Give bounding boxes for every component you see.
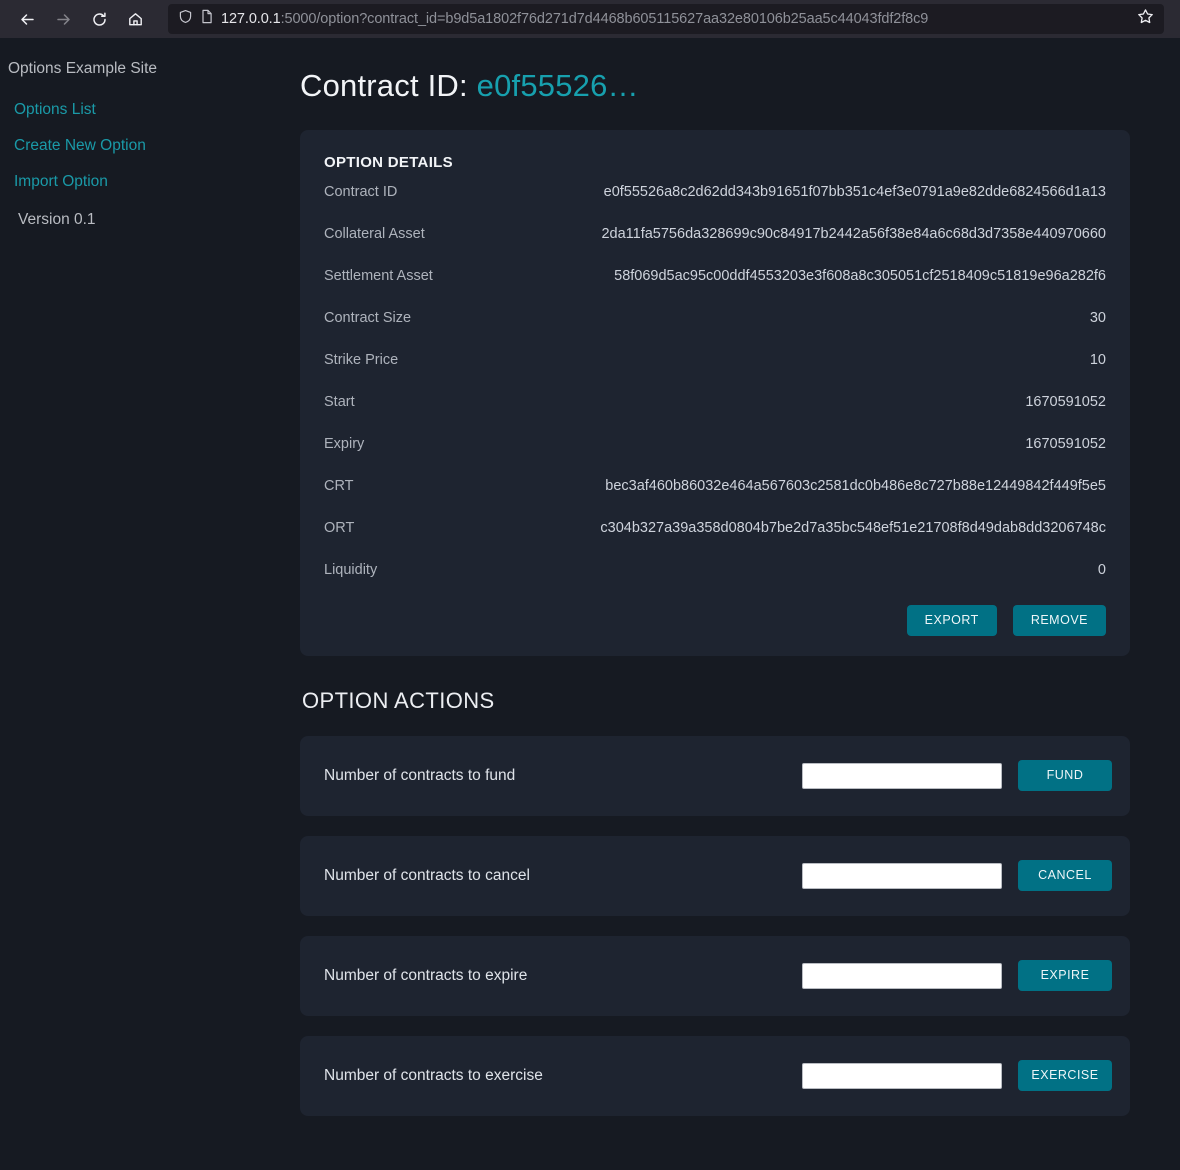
sidebar-item-import-option[interactable]: Import Option — [0, 164, 290, 200]
detail-label: Settlement Asset — [324, 268, 433, 284]
detail-label: Contract ID — [324, 184, 398, 200]
detail-row-collateral-asset: Collateral Asset 2da11fa5756da328699c90c… — [322, 213, 1108, 255]
sidebar: Options Example Site Options List Create… — [0, 38, 290, 1170]
page-title-hash: e0f55526… — [476, 68, 639, 103]
detail-value: 0 — [1097, 562, 1106, 578]
expire-amount-input[interactable] — [802, 962, 1002, 989]
detail-label: Expiry — [324, 436, 365, 452]
detail-value: e0f55526a8c2d62dd343b91651f07bb351c4ef3e… — [603, 184, 1106, 200]
detail-row-start: Start 1670591052 — [322, 381, 1108, 423]
back-arrow-icon — [19, 11, 36, 28]
back-button[interactable] — [10, 4, 44, 34]
exercise-amount-input[interactable] — [802, 1062, 1002, 1089]
card-action-bar: EXPORT REMOVE — [322, 591, 1108, 638]
detail-label: Start — [324, 394, 355, 410]
fund-button[interactable]: FUND — [1018, 760, 1112, 791]
detail-row-ort: ORT c304b327a39a358d0804b7be2d7a35bc548e… — [322, 507, 1108, 549]
action-card-expire: Number of contracts to expire EXPIRE — [300, 935, 1130, 1016]
sidebar-item-create-new-option[interactable]: Create New Option — [0, 128, 290, 164]
action-card-exercise: Number of contracts to exercise EXERCISE — [300, 1035, 1130, 1116]
cancel-amount-input[interactable] — [802, 862, 1002, 889]
url-bar[interactable]: 127.0.0.1:5000/option?contract_id=b9d5a1… — [168, 4, 1164, 34]
url-path: :5000/option?contract_id=b9d5a1802f76d27… — [280, 11, 929, 27]
reload-button[interactable] — [82, 4, 116, 34]
sidebar-item-options-list[interactable]: Options List — [0, 92, 290, 128]
detail-value: c304b327a39a358d0804b7be2d7a35bc548ef51e… — [600, 520, 1106, 536]
detail-value: bec3af460b86032e464a567603c2581dc0b486e8… — [605, 478, 1106, 494]
remove-button[interactable]: REMOVE — [1012, 605, 1106, 636]
page-title-prefix: Contract ID: — [300, 68, 468, 103]
detail-row-settlement-asset: Settlement Asset 58f069d5ac95c00ddf45532… — [322, 255, 1108, 297]
main-content: Contract ID: e0f55526… OPTION DETAILS Co… — [290, 38, 1180, 1170]
home-icon — [127, 11, 144, 28]
detail-label: Collateral Asset — [324, 226, 425, 242]
detail-row-expiry: Expiry 1670591052 — [322, 423, 1108, 465]
fund-amount-input[interactable] — [802, 762, 1002, 789]
site-brand: Options Example Site — [8, 60, 158, 77]
browser-toolbar: 127.0.0.1:5000/option?contract_id=b9d5a1… — [0, 0, 1180, 38]
page-document-icon[interactable] — [200, 9, 214, 29]
export-button[interactable]: EXPORT — [906, 605, 997, 636]
cancel-button[interactable]: CANCEL — [1018, 860, 1112, 891]
forward-arrow-icon — [55, 11, 72, 28]
home-button[interactable] — [118, 4, 152, 34]
action-card-cancel: Number of contracts to cancel CANCEL — [300, 835, 1130, 916]
url-host: 127.0.0.1 — [221, 11, 281, 27]
detail-label: CRT — [324, 478, 354, 494]
detail-value: 1670591052 — [1025, 394, 1106, 410]
reload-icon — [91, 11, 108, 28]
option-actions-title: OPTION ACTIONS — [302, 687, 495, 713]
page-body: Options Example Site Options List Create… — [0, 38, 1180, 1170]
option-details-card: OPTION DETAILS Contract ID e0f55526a8c2d… — [300, 130, 1130, 656]
detail-row-strike-price: Strike Price 10 — [322, 339, 1108, 381]
detail-row-liquidity: Liquidity 0 — [322, 549, 1108, 591]
exercise-button[interactable]: EXERCISE — [1018, 1060, 1112, 1091]
action-card-fund: Number of contracts to fund FUND — [300, 735, 1130, 816]
star-icon — [1137, 8, 1154, 30]
action-label-fund: Number of contracts to fund — [324, 766, 516, 784]
detail-value: 10 — [1089, 352, 1106, 368]
sidebar-nav: Options List Create New Option Import Op… — [0, 92, 290, 200]
option-details-title: OPTION DETAILS — [324, 154, 453, 171]
detail-value: 30 — [1089, 310, 1106, 326]
shield-icon[interactable] — [178, 9, 193, 29]
expire-button[interactable]: EXPIRE — [1018, 960, 1112, 991]
page-title: Contract ID: e0f55526… — [300, 38, 1130, 104]
detail-label: Liquidity — [324, 562, 378, 578]
forward-button[interactable] — [46, 4, 80, 34]
detail-row-contract-size: Contract Size 30 — [322, 297, 1108, 339]
detail-row-crt: CRT bec3af460b86032e464a567603c2581dc0b4… — [322, 465, 1108, 507]
action-label-cancel: Number of contracts to cancel — [324, 866, 530, 884]
option-actions-list: Number of contracts to fund FUND Number … — [300, 735, 1130, 1116]
url-text[interactable]: 127.0.0.1:5000/option?contract_id=b9d5a1… — [221, 11, 1125, 27]
action-label-exercise: Number of contracts to exercise — [324, 1066, 543, 1084]
detail-label: ORT — [324, 520, 355, 536]
bookmark-button[interactable] — [1132, 6, 1158, 32]
version-label: Version 0.1 — [18, 210, 96, 228]
detail-value: 1670591052 — [1025, 436, 1106, 452]
detail-value: 2da11fa5756da328699c90c84917b2442a56f38e… — [601, 226, 1106, 242]
detail-label: Contract Size — [324, 310, 412, 326]
action-label-expire: Number of contracts to expire — [324, 966, 528, 984]
detail-row-contract-id: Contract ID e0f55526a8c2d62dd343b91651f0… — [322, 171, 1108, 213]
detail-label: Strike Price — [324, 352, 399, 368]
detail-value: 58f069d5ac95c00ddf4553203e3f608a8c305051… — [614, 268, 1106, 284]
